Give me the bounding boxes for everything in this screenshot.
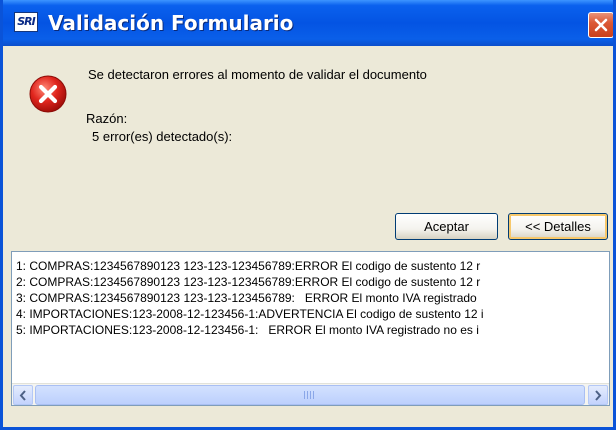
reason-label: Razón: xyxy=(86,111,128,126)
details-list: 1: COMPRAS:1234567890123 123-123-1234567… xyxy=(16,258,608,378)
detail-line: 5: IMPORTACIONES:123-2008-12-123456-1: E… xyxy=(16,323,479,337)
details-text-area[interactable]: 1: COMPRAS:1234567890123 123-123-1234567… xyxy=(11,251,610,406)
detail-line: 2: COMPRAS:1234567890123 123-123-1234567… xyxy=(16,275,481,289)
horizontal-scrollbar[interactable] xyxy=(12,383,609,405)
scroll-right-button[interactable] xyxy=(588,385,608,405)
chevron-right-icon xyxy=(595,390,602,401)
detail-line: 3: COMPRAS:1234567890123 123-123-1234567… xyxy=(16,291,477,305)
window-title: Validación Formulario xyxy=(48,11,294,35)
scroll-thumb[interactable] xyxy=(35,385,585,405)
title-bar[interactable]: SRI Validación Formulario xyxy=(3,0,613,46)
error-message: Se detectaron errores al momento de vali… xyxy=(88,67,427,82)
detail-line: 4: IMPORTACIONES:123-2008-12-123456-1:AD… xyxy=(16,307,484,321)
details-toggle-button[interactable]: << Detalles xyxy=(508,213,608,240)
detail-line: 1: COMPRAS:1234567890123 123-123-1234567… xyxy=(16,259,481,273)
close-button[interactable] xyxy=(588,12,613,38)
scroll-left-button[interactable] xyxy=(13,385,33,405)
grip-icon xyxy=(304,391,316,399)
close-icon xyxy=(594,18,608,32)
chevron-left-icon xyxy=(19,390,26,401)
reason-text: 5 error(es) detectado(s): xyxy=(92,129,233,144)
error-icon xyxy=(28,74,68,114)
dialog-window: SRI Validación Formulario Se detectaron … xyxy=(0,0,616,430)
app-logo-icon: SRI xyxy=(14,12,38,32)
accept-button[interactable]: Aceptar xyxy=(395,213,498,240)
